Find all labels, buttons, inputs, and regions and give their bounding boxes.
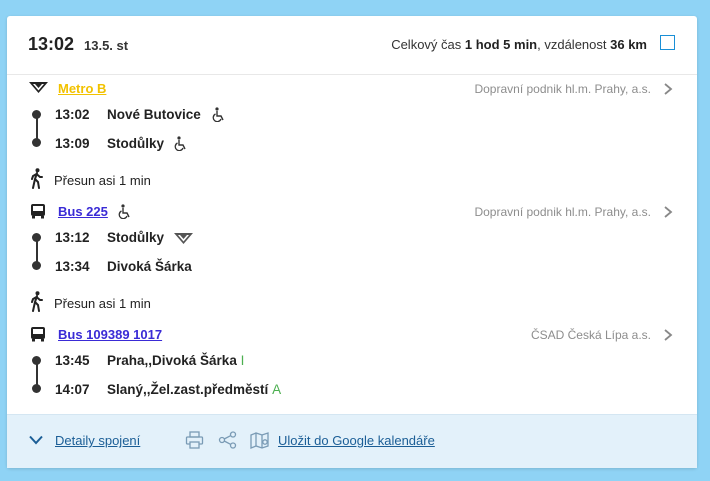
save-to-calendar-link[interactable]: Uložit do Google kalendáře [278,433,435,448]
walk-icon [31,291,43,312]
trip-distance: 36 km [610,37,647,52]
trip-summary: Celkový čas 1 hod 5 min, vzdálenost 36 k… [391,37,647,52]
platform-label: A [272,382,282,397]
chevron-down-icon[interactable] [29,435,43,445]
connection-header: 13:02 13.5. st Celkový čas 1 hod 5 min, … [7,16,697,75]
line-link-bus-225[interactable]: Bus 225 [58,204,108,219]
select-checkbox[interactable] [660,35,675,50]
platform-label: I [240,353,245,368]
stop-name: Divoká Šárka [107,259,192,274]
print-icon[interactable] [185,431,204,449]
connection-card: 13:02 13.5. st Celkový čas 1 hod 5 min, … [7,16,697,468]
stop-name: Slaný,,Žel.zast.předměstí A [107,382,281,397]
operator-label: Dopravní podnik hl.m. Prahy, a.s. [474,82,651,96]
stop-dot [32,138,41,147]
stop-dot [32,384,41,393]
details-link[interactable]: Detaily spojení [55,433,140,448]
wheelchair-icon [212,107,224,122]
stop-time: 13:34 [55,259,90,274]
metro-icon [174,233,193,244]
map-icon[interactable] [250,431,270,450]
metro-icon [29,82,48,93]
bus-icon [31,204,45,219]
stop-name: Stodůlky [107,136,165,151]
stop-dot [32,356,41,365]
stop-time: 14:07 [55,382,90,397]
line-link-bus-109389[interactable]: Bus 109389 1017 [58,327,162,342]
share-icon[interactable] [218,431,237,449]
card-footer: Detaily spojení Uložit do Google kalendá… [7,414,697,468]
chevron-right-icon[interactable] [661,328,675,342]
stop-name-text: Slaný,,Žel.zast.předměstí [107,382,269,397]
summary-prefix: Celkový čas [391,37,465,52]
walk-icon [31,168,43,189]
operator-label: Dopravní podnik hl.m. Prahy, a.s. [474,205,651,219]
stop-name: Praha,,Divoká Šárka I [107,353,244,368]
chevron-right-icon[interactable] [661,82,675,96]
stop-dot [32,261,41,270]
stop-name-text: Praha,,Divoká Šárka [107,353,237,368]
stop-dot [32,233,41,242]
stop-dot [32,110,41,119]
stop-time: 13:09 [55,136,90,151]
transfer-text: Přesun asi 1 min [54,173,151,188]
stop-name: Stodůlky [107,230,165,245]
summary-mid: , vzdálenost [537,37,611,52]
operator-label: ČSAD Česká Lípa a.s. [530,328,651,342]
stop-time: 13:45 [55,353,90,368]
bus-icon [31,327,45,342]
line-link-metro-b[interactable]: Metro B [58,81,106,96]
stop-name: Nové Butovice [107,107,201,122]
departure-date: 13.5. st [84,38,129,53]
departure-time: 13:02 [28,34,75,54]
wheelchair-icon [118,204,130,219]
chevron-right-icon[interactable] [661,205,675,219]
wheelchair-icon [174,136,186,151]
transfer-text: Přesun asi 1 min [54,296,151,311]
trip-duration: 1 hod 5 min [464,37,538,52]
stop-time: 13:12 [55,230,90,245]
stop-time: 13:02 [55,107,90,122]
